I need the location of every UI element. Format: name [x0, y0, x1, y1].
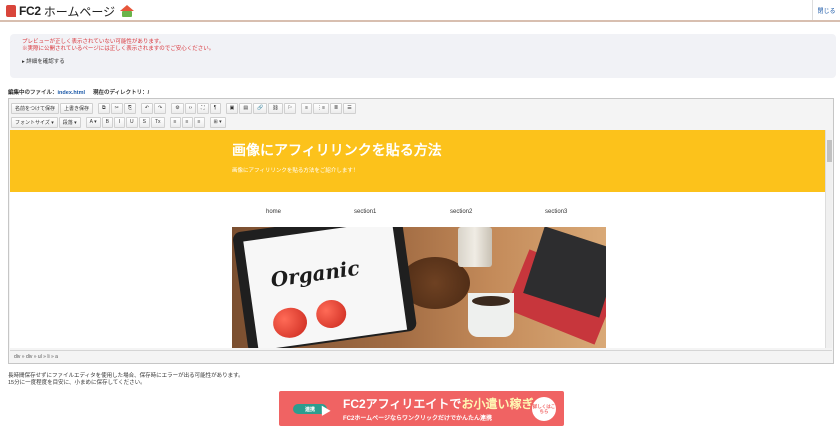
toolbar1-button-18[interactable]: ≣: [330, 102, 343, 114]
current-directory: 現在のディレクトリ：/: [93, 90, 150, 96]
toolbar-row-2: フォントサイズ ▾ 段落 ▾ A ▾ B I U S Tx ≡ ≡ ≡ ⊞ ▾: [9, 115, 226, 129]
toolbar1-button-6[interactable]: ↷: [154, 102, 167, 114]
toolbar2-button-1[interactable]: 段落 ▾: [58, 116, 81, 128]
toolbar1-button-0[interactable]: 名前をつけて保存: [11, 102, 60, 114]
toolbar1-button-2[interactable]: ⧉: [98, 102, 110, 114]
nav-section2[interactable]: section2: [450, 209, 472, 215]
file-editor: 名前をつけて保存 上書き保存 ⧉ ✂ ⎘ ↶ ↷ ⚙ ‹› ⛶ ¶ ▣ ▤ 🔗 ⛓ ⚐ ≡ ⋮≡ ≣ ☰ フォントサイ…: [8, 98, 834, 364]
glass-jar: [458, 227, 492, 267]
toolbar1-button-7[interactable]: ⚙: [171, 102, 184, 114]
save-warning: 長時間保存せずにファイルエディタを使用した場合、保存時にエラーが出る可能性があり…: [8, 373, 244, 387]
house-icon: [120, 5, 135, 17]
toolbar1-button-14[interactable]: ⛓: [268, 102, 283, 114]
ad-subline: FC2ホームページならワンクリックだけでかんたん連携: [343, 416, 493, 422]
top-bar: FC2 ホームページ 閉じる: [0, 0, 840, 22]
toolbar2-button-5[interactable]: U: [125, 116, 138, 128]
toolbar1-button-17[interactable]: ⋮≡: [313, 102, 330, 114]
affiliate-ad-banner[interactable]: 連携 FC2アフィリエイトでお小遣い稼ぎ FC2ホームページならワンクリックだけ…: [279, 391, 564, 426]
editing-filename: index.html: [57, 90, 86, 96]
toolbar1-button-1[interactable]: 上書き保存: [60, 102, 94, 114]
toolbar1-button-10[interactable]: ¶: [209, 102, 221, 114]
page-title: 画像にアフィリリンクを貼る方法: [232, 142, 442, 158]
file-info: 編集中のファイル：index.html 現在のディレクトリ：/: [8, 88, 149, 96]
toolbar2-button-10[interactable]: ≡: [193, 116, 205, 128]
toolbar1-button-3[interactable]: ✂: [110, 102, 123, 114]
fc2-logo[interactable]: FC2 ホームページ: [6, 3, 135, 19]
preview-notice: プレビューが正しく表示されていない可能性があります。 ※実際に公開されているペー…: [10, 34, 836, 78]
toolbar1-button-15[interactable]: ⚐: [283, 102, 297, 114]
toolbar2-button-2[interactable]: A ▾: [85, 116, 101, 128]
nav-home[interactable]: home: [266, 209, 281, 215]
toolbar2-button-0[interactable]: フォントサイズ ▾: [11, 116, 58, 128]
save-warning-line-1: 長時間保存せずにファイルエディタを使用した場合、保存時にエラーが出る可能性があり…: [8, 373, 244, 379]
details-badge[interactable]: 詳しくはこちら: [532, 397, 556, 421]
toolbar1-button-4[interactable]: ⎘: [123, 102, 136, 114]
toolbar2-button-8[interactable]: ≡: [169, 116, 181, 128]
page-subtitle: 画像にアフィリリンクを貼る方法をご紹介します！: [232, 168, 359, 174]
toolbar1-button-9[interactable]: ⛶: [197, 102, 209, 114]
toolbar1-button-16[interactable]: ≡: [301, 102, 313, 114]
tomato-icon: [314, 298, 349, 330]
toolbar2-button-9[interactable]: ≡: [181, 116, 193, 128]
toolbar1-button-12[interactable]: ▤: [239, 102, 253, 114]
nav-section1[interactable]: section1: [354, 209, 376, 215]
nav-section3[interactable]: section3: [545, 209, 567, 215]
notice-line-1: プレビューが正しく表示されていない可能性があります。: [22, 39, 165, 45]
toolbar2-button-6[interactable]: S: [138, 116, 150, 128]
ad-headline: FC2アフィリエイトでお小遣い稼ぎ: [343, 397, 534, 411]
edit-area[interactable]: 画像にアフィリリンクを貼る方法 画像にアフィリリンクを貼る方法をご紹介します！ …: [10, 130, 832, 348]
toolbar1-button-11[interactable]: ▣: [225, 102, 239, 114]
save-warning-line-2: 15分に一度程度を目安に、小まめに保存してください。: [8, 380, 146, 386]
tomato-icon: [271, 305, 309, 341]
hero-image[interactable]: Organic: [232, 227, 606, 348]
toolbar1-button-5[interactable]: ↶: [140, 102, 154, 114]
editor-scrollbar[interactable]: [825, 130, 832, 348]
notice-line-2: ※実際に公開されているページには正しく表示されますのでご安心ください。: [22, 46, 215, 52]
brand-name: FC2: [19, 4, 41, 18]
editing-file-label: 編集中のファイル：: [8, 90, 58, 96]
toolbar2-button-7[interactable]: Tx: [150, 116, 165, 128]
toolbar2-button-11[interactable]: ⊞ ▾: [209, 116, 226, 128]
toolbar-row-1: 名前をつけて保存 上書き保存 ⧉ ✂ ⎘ ↶ ↷ ⚙ ‹› ⛶ ¶ ▣ ▤ 🔗 ⛓ ⚐ ≡ ⋮≡ ≣ ☰: [9, 101, 356, 115]
page-banner: 画像にアフィリリンクを貼る方法 画像にアフィリリンクを貼る方法をご紹介します！: [10, 130, 828, 192]
scrollbar-thumb[interactable]: [827, 140, 832, 162]
fc2-logo-icon: [6, 5, 16, 17]
toolbar2-button-4[interactable]: I: [113, 116, 125, 128]
brand-subtitle: ホームページ: [43, 4, 116, 19]
organic-text: Organic: [269, 255, 361, 292]
coffee-mug: [468, 293, 514, 337]
toolbar1-button-13[interactable]: 🔗: [253, 102, 268, 114]
toolbar2-button-3[interactable]: B: [101, 116, 113, 128]
details-toggle[interactable]: ▸ 詳細を確認する: [22, 59, 824, 66]
close-button[interactable]: 閉じる: [812, 0, 840, 20]
toolbar1-button-19[interactable]: ☰: [343, 102, 356, 114]
toolbar1-button-8[interactable]: ‹›: [184, 102, 197, 114]
tablet: Organic: [232, 227, 418, 348]
element-path: div » div » ul » li » a: [10, 350, 832, 362]
